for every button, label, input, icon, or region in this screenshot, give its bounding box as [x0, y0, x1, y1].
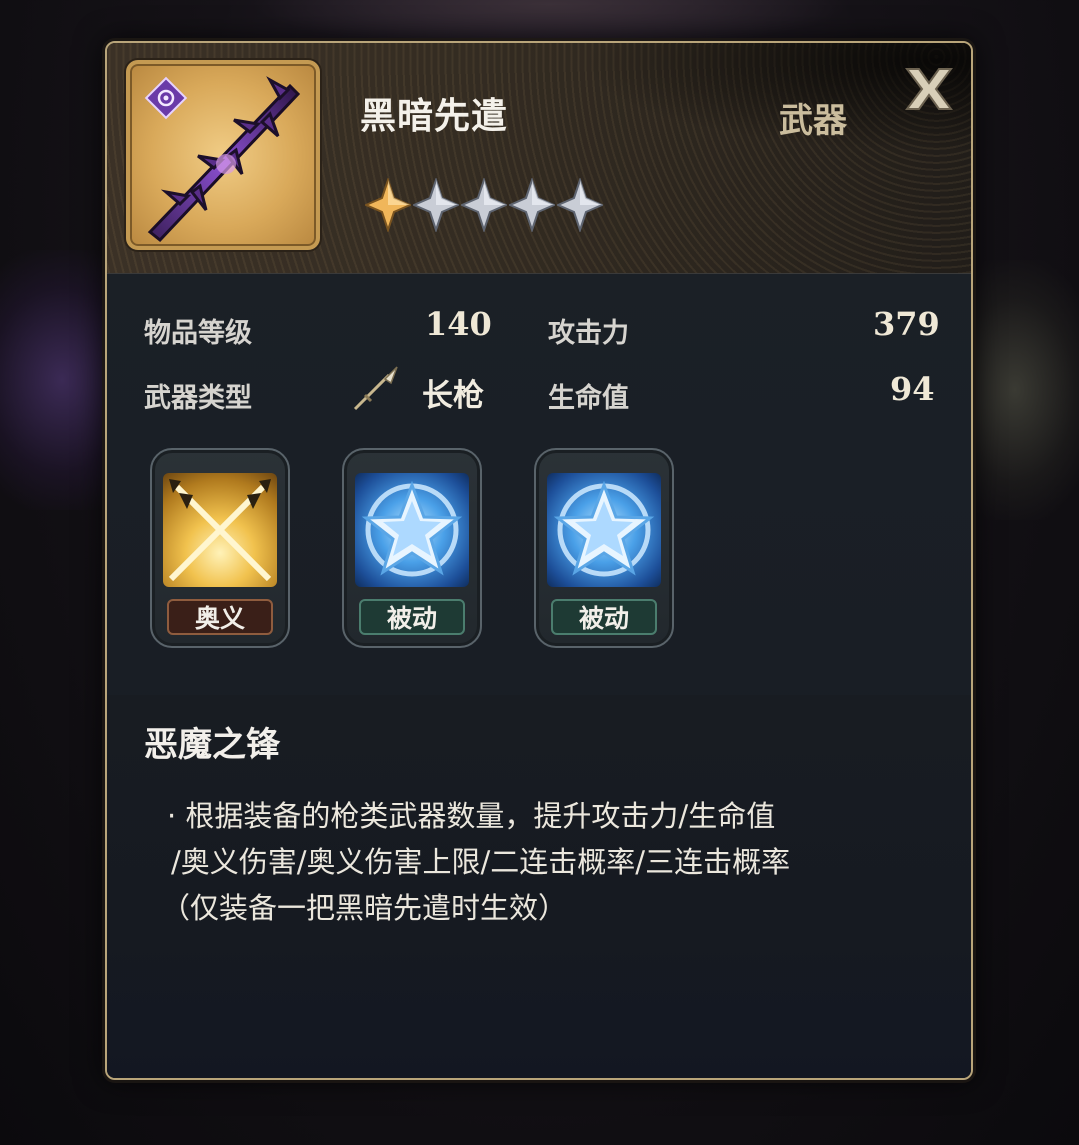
attack-value: 379	[873, 305, 940, 343]
skill-tag-special: 奥义	[167, 599, 273, 635]
spear-icon	[353, 366, 398, 411]
star-filled-icon	[365, 178, 411, 232]
blue-star-icon	[553, 480, 655, 577]
skill-image	[547, 473, 661, 587]
rarity-diamond-icon	[144, 76, 188, 120]
item-level-label: 物品等级	[144, 318, 252, 349]
weapon-type-label: 武器类型	[144, 383, 252, 414]
skill-slot-passive-1[interactable]: 被动	[342, 448, 482, 648]
blue-star-icon	[361, 480, 463, 577]
background-blur-right	[959, 260, 1079, 520]
description-title: 恶魔之锋	[144, 725, 280, 765]
item-level-value: 140	[425, 305, 492, 343]
star-rating	[365, 178, 603, 232]
star-empty-icon	[557, 178, 603, 232]
weapon-type-value: 长枪	[422, 378, 484, 414]
close-icon	[905, 68, 953, 110]
description-line: · 根据装备的枪类武器数量，提升攻击力/生命值	[167, 799, 776, 833]
crossed-spears-icon	[168, 479, 272, 582]
skill-slot-special[interactable]: 奥义	[150, 448, 290, 648]
star-empty-icon	[461, 178, 507, 232]
item-category: 武器	[779, 101, 847, 141]
item-detail-panel: 黑暗先遣 武器 物品等级 140 攻击力 379 武器类型 长枪 生命值 94 …	[105, 41, 973, 1080]
skill-slot-passive-2[interactable]: 被动	[534, 448, 674, 648]
skill-tag-passive: 被动	[359, 599, 465, 635]
description-line: /奥义伤害/奥义伤害上限/二连击概率/三连击概率	[171, 845, 791, 879]
close-button[interactable]	[897, 57, 961, 121]
star-empty-icon	[413, 178, 459, 232]
attack-label: 攻击力	[548, 318, 629, 349]
skill-tag-passive: 被动	[551, 599, 657, 635]
star-empty-icon	[509, 178, 555, 232]
skill-image	[163, 473, 277, 587]
hp-label: 生命值	[548, 383, 629, 414]
item-name: 黑暗先遣	[360, 96, 509, 137]
description-line: （仅装备一把黑暗先遣时生效）	[161, 891, 568, 925]
item-icon[interactable]	[126, 60, 320, 250]
hp-value: 94	[890, 370, 935, 408]
skill-image	[355, 473, 469, 587]
